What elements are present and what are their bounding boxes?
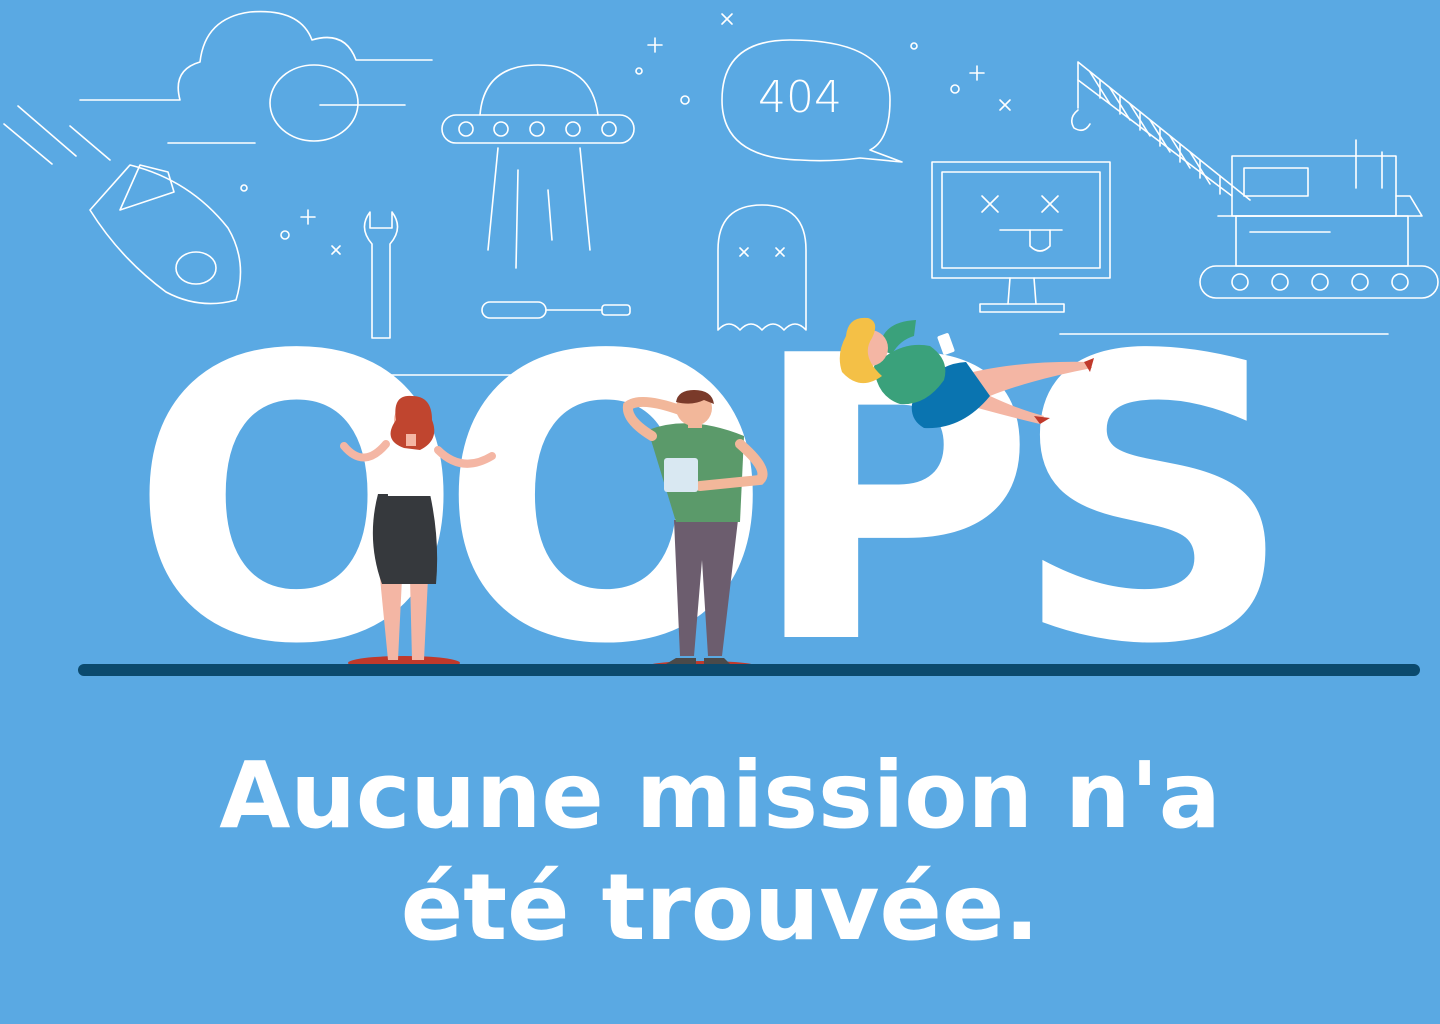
man-with-tablet-figure bbox=[622, 390, 768, 664]
ground-line bbox=[78, 664, 1420, 676]
not-found-page: 404 Aucune mission n'a été trouvée. bbox=[0, 0, 1440, 1024]
people-illustration bbox=[340, 317, 1094, 671]
no-mission-found-message: Aucune mission n'a été trouvée. bbox=[219, 742, 1221, 961]
woman-with-phone-figure bbox=[839, 317, 1094, 429]
woman-shrugging-figure bbox=[340, 395, 496, 660]
